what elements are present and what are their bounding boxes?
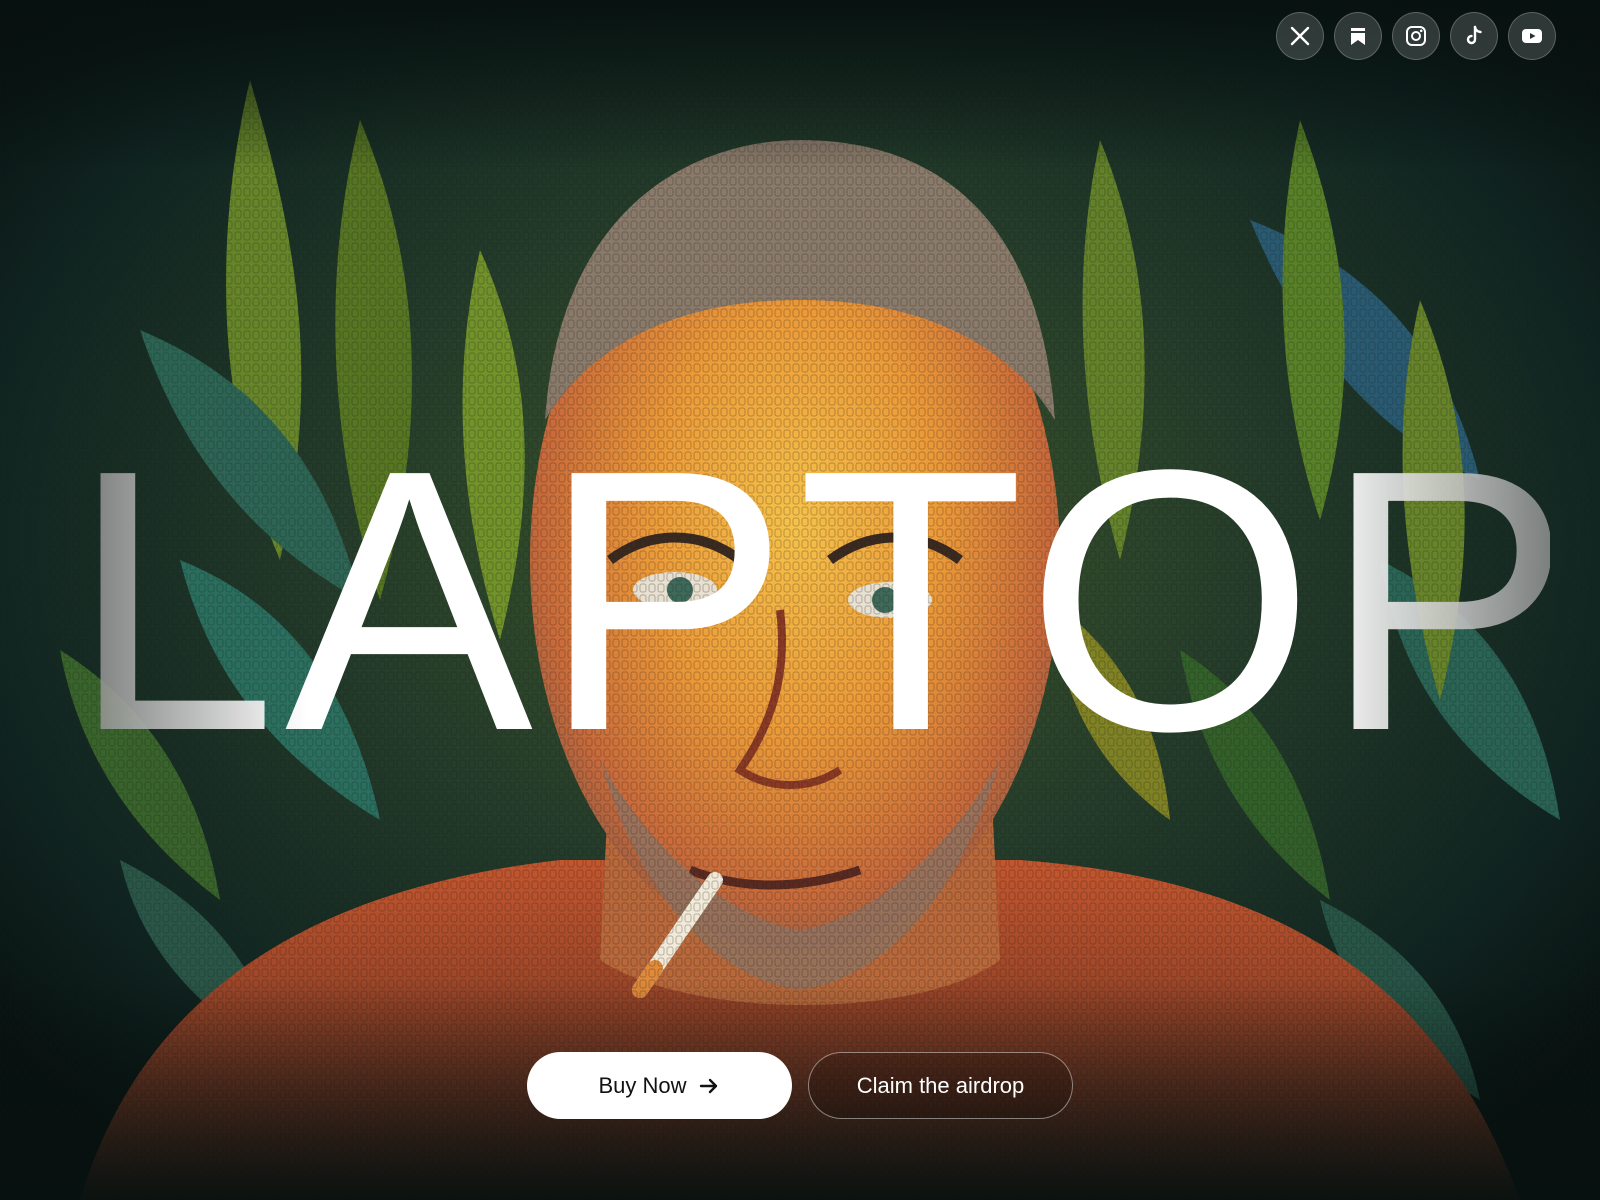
tiktok-icon	[1466, 25, 1482, 45]
buy-now-button[interactable]: Buy Now	[527, 1052, 792, 1119]
arrow-right-icon	[699, 1078, 717, 1093]
claim-airdrop-label: Claim the airdrop	[856, 1072, 1025, 1098]
tiktok-link[interactable]	[1450, 12, 1498, 60]
bookmark-link[interactable]	[1334, 12, 1382, 60]
x-icon	[1290, 26, 1310, 46]
youtube-link[interactable]	[1508, 12, 1556, 60]
claim-airdrop-button[interactable]: Claim the airdrop	[808, 1052, 1073, 1119]
buy-now-label: Buy Now	[598, 1072, 687, 1098]
cta-buttons: Buy Now Claim the airdrop	[527, 1052, 1073, 1119]
instagram-link[interactable]	[1392, 12, 1440, 60]
youtube-icon	[1522, 29, 1542, 43]
hero-title: LAPTOP	[70, 392, 1580, 808]
hero-section: LAPTOP	[0, 0, 1600, 1200]
instagram-icon	[1406, 26, 1426, 46]
x-link[interactable]	[1276, 12, 1324, 60]
bookmark-icon	[1351, 28, 1365, 45]
social-links	[1276, 12, 1556, 60]
